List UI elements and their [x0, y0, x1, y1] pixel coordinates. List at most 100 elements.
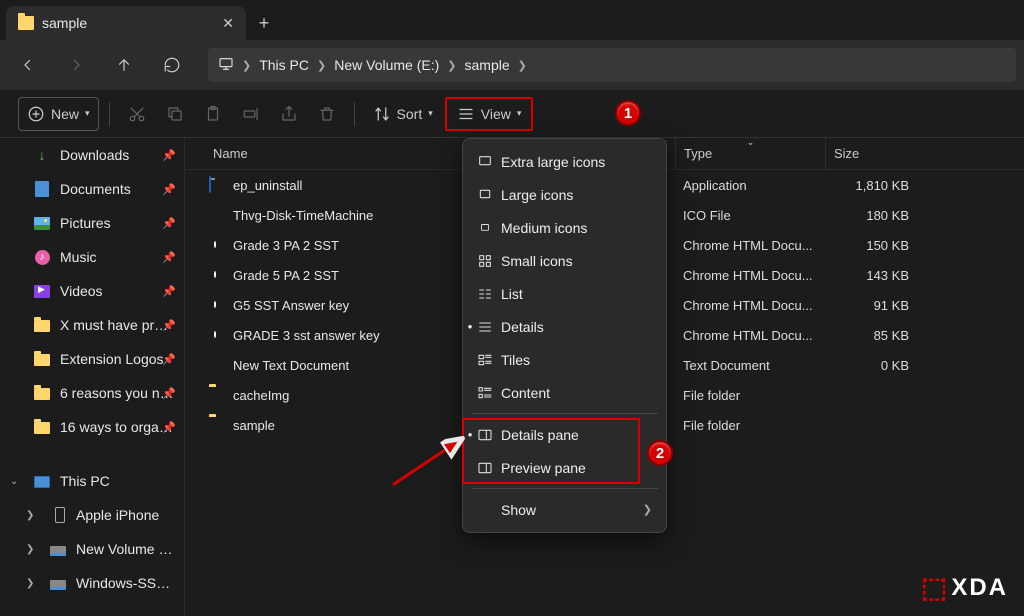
sidebar-item[interactable]: 16 ways to organize📌	[0, 410, 184, 444]
file-name: sample	[233, 418, 275, 433]
preview-pane-icon	[477, 460, 493, 476]
rename-button[interactable]	[234, 97, 268, 131]
tiles-icon	[477, 352, 493, 368]
crumb-this-pc[interactable]: This PC	[259, 57, 309, 73]
bullet-icon: •	[465, 427, 475, 442]
chevron-right-icon[interactable]: ❯	[447, 59, 456, 72]
menu-large-icons[interactable]: Large icons	[463, 178, 666, 211]
chevron-right-icon: ❯	[643, 503, 652, 516]
sort-label: Sort	[397, 106, 423, 122]
sidebar-item[interactable]: ❯Apple iPhone	[0, 498, 184, 532]
sidebar-item[interactable]: Videos 📌	[0, 274, 184, 308]
copy-button[interactable]	[158, 97, 192, 131]
sort-button[interactable]: Sort ▾	[365, 97, 441, 131]
folder-icon	[18, 16, 34, 30]
drive-icon	[50, 546, 66, 556]
sidebar-label: Downloads	[60, 147, 129, 163]
xl-icons-icon	[477, 154, 493, 170]
sidebar: ↓Downloads📌Documents📌Pictures📌♪Music📌Vid…	[0, 138, 185, 616]
view-label: View	[481, 106, 511, 122]
chevron-right-icon[interactable]: ❯	[518, 59, 527, 72]
sidebar-label: Videos	[60, 283, 103, 299]
menu-small-icons[interactable]: Small icons	[463, 244, 666, 277]
file-name: G5 SST Answer key	[233, 298, 349, 313]
details-icon	[477, 319, 493, 335]
annotation-2: 2	[647, 440, 673, 466]
md-icons-icon	[477, 221, 493, 235]
pin-icon: 📌	[162, 319, 176, 332]
chevron-down-icon: ▾	[85, 108, 90, 119]
pin-icon: 📌	[162, 149, 176, 162]
share-button[interactable]	[272, 97, 306, 131]
file-type: Chrome HTML Docu...	[675, 238, 825, 253]
pin-icon: 📌	[162, 183, 176, 196]
sidebar-item[interactable]: Pictures📌	[0, 206, 184, 240]
nav-bar: ❯ This PC ❯ New Volume (E:) ❯ sample ❯	[0, 40, 1024, 90]
sidebar-item[interactable]: 6 reasons you need📌	[0, 376, 184, 410]
sidebar-item[interactable]: ↓Downloads📌	[0, 138, 184, 172]
sidebar-item[interactable]: ❯Windows-SSD (D:)	[0, 566, 184, 600]
menu-details[interactable]: •Details	[463, 310, 666, 343]
crumb-volume[interactable]: New Volume (E:)	[334, 57, 439, 73]
annotation-1: 1	[615, 100, 641, 126]
chevron-right-icon[interactable]: ❯	[317, 59, 326, 72]
menu-list[interactable]: List	[463, 277, 666, 310]
file-name: New Text Document	[233, 358, 349, 373]
this-pc-label: This PC	[60, 473, 110, 489]
sidebar-label: 6 reasons you need	[60, 385, 174, 401]
refresh-button[interactable]	[152, 47, 192, 83]
chevron-right-icon[interactable]: ❯	[26, 510, 34, 521]
column-size[interactable]: Size	[825, 138, 925, 169]
chevron-right-icon[interactable]: ❯	[26, 544, 34, 555]
pin-icon: 📌	[162, 353, 176, 366]
file-type: Text Document	[675, 358, 825, 373]
watermark: ⬚ XDA	[921, 571, 1008, 604]
up-button[interactable]	[104, 47, 144, 83]
folder-icon	[34, 320, 50, 332]
xda-logo-icon: ⬚	[921, 571, 949, 604]
menu-content[interactable]: Content	[463, 376, 666, 409]
sidebar-label: Music	[60, 249, 97, 265]
column-type[interactable]: ⌄Type	[675, 138, 825, 169]
menu-show[interactable]: Show❯	[463, 493, 666, 526]
file-size: 1,810 KB	[825, 178, 915, 193]
sidebar-item[interactable]: Documents📌	[0, 172, 184, 206]
sidebar-this-pc[interactable]: ⌄ This PC	[0, 464, 184, 498]
file-size: 150 KB	[825, 238, 915, 253]
new-tab-button[interactable]: +	[246, 6, 282, 40]
sidebar-label: New Volume (C:)	[76, 541, 174, 557]
paste-button[interactable]	[196, 97, 230, 131]
document-icon	[35, 181, 49, 197]
view-menu: Extra large icons Large icons Medium ico…	[462, 138, 667, 533]
tab-sample[interactable]: sample ✕	[6, 6, 246, 40]
sidebar-item[interactable]: ♪Music📌	[0, 240, 184, 274]
pin-icon: 📌	[162, 285, 176, 298]
cut-button[interactable]	[120, 97, 154, 131]
chevron-right-icon[interactable]: ❯	[26, 578, 34, 589]
sm-icons-icon	[477, 253, 493, 269]
menu-preview-pane[interactable]: Preview pane	[463, 451, 666, 484]
file-size: 85 KB	[825, 328, 915, 343]
menu-tiles[interactable]: Tiles	[463, 343, 666, 376]
chevron-right-icon[interactable]: ❯	[242, 59, 251, 72]
chevron-down-icon[interactable]: ⌄	[10, 476, 18, 487]
view-button[interactable]: View ▾	[445, 97, 534, 131]
new-label: New	[51, 106, 79, 122]
crumb-sample[interactable]: sample	[465, 57, 510, 73]
sidebar-item[interactable]: Extension Logos📌	[0, 342, 184, 376]
watermark-text: XDA	[951, 574, 1008, 602]
address-bar[interactable]: ❯ This PC ❯ New Volume (E:) ❯ sample ❯	[208, 48, 1016, 82]
folder-icon	[34, 354, 50, 366]
new-button[interactable]: New ▾	[18, 97, 99, 131]
content-icon	[477, 385, 493, 401]
forward-button[interactable]	[56, 47, 96, 83]
sidebar-item[interactable]: X must have programs📌	[0, 308, 184, 342]
menu-extra-large-icons[interactable]: Extra large icons	[463, 145, 666, 178]
menu-medium-icons[interactable]: Medium icons	[463, 211, 666, 244]
close-icon[interactable]: ✕	[222, 15, 234, 32]
file-name: Thvg-Disk-TimeMachine	[233, 208, 373, 223]
back-button[interactable]	[8, 47, 48, 83]
delete-button[interactable]	[310, 97, 344, 131]
sidebar-item[interactable]: ❯ New Volume (C:)	[0, 532, 184, 566]
menu-details-pane[interactable]: •Details pane	[463, 418, 666, 451]
